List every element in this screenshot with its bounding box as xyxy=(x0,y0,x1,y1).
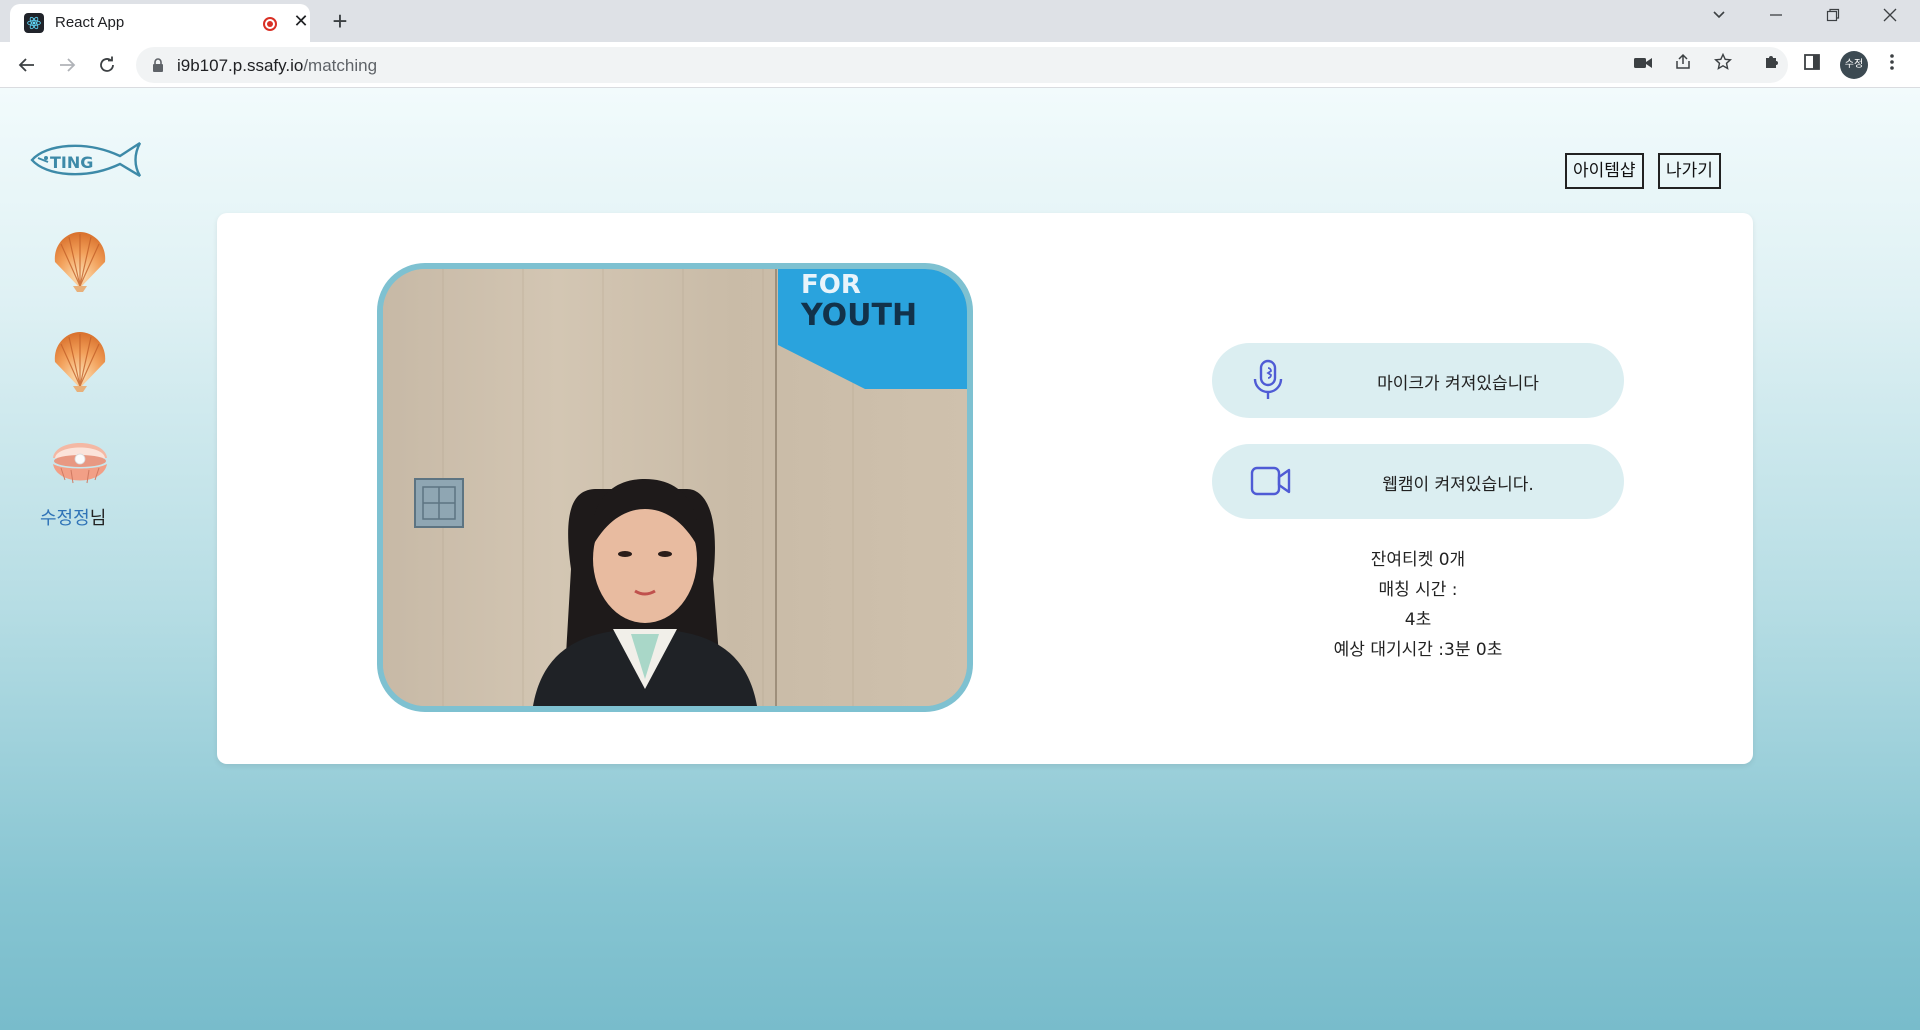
address-bar[interactable]: i9b107.p.ssafy.io/matching xyxy=(136,47,1788,83)
tab-title: React App xyxy=(55,14,125,31)
mic-status-pill[interactable]: 마이크가 켜져있습니다 xyxy=(1212,343,1624,418)
extensions-puzzle-icon[interactable] xyxy=(1760,53,1784,77)
url-text: i9b107.p.ssafy.io/matching xyxy=(177,56,378,75)
profile-avatar[interactable]: 수정 xyxy=(1840,51,1868,79)
user-name: 수정정 xyxy=(40,508,90,528)
microphone-icon xyxy=(1250,359,1286,406)
matching-time-label: 매칭 시간 : xyxy=(1378,580,1458,600)
expected-wait-time: 예상 대기시간 :3분 0초 xyxy=(1333,640,1503,660)
tab-close-icon[interactable]: ✕ xyxy=(290,11,312,32)
scallop-shell-icon xyxy=(47,328,113,394)
bookmark-star-icon[interactable] xyxy=(1711,52,1735,77)
lock-icon xyxy=(152,58,164,77)
webcam-status-pill[interactable]: 웹캠이 켜져있습니다. xyxy=(1212,444,1624,519)
webcam-status-text: 웹캠이 켜져있습니다. xyxy=(1382,475,1534,495)
minimize-icon[interactable] xyxy=(1761,6,1791,27)
item-shop-button[interactable]: 아이템샵 xyxy=(1565,153,1644,189)
browser-tab-bar: React App ✕ + xyxy=(0,0,1920,42)
share-icon[interactable] xyxy=(1671,53,1695,77)
pearl-clam-icon xyxy=(47,428,113,494)
wall-sign-text: YOUTH xyxy=(800,298,917,333)
user-greeting: 수정정님 xyxy=(40,504,106,530)
tab-search-chevron-icon[interactable] xyxy=(1704,6,1734,27)
matching-card: FOR YOUTH 마이크가 켜져있습니다 웹캠이 켜져있습니다. 잔여티켓 0… xyxy=(217,213,1753,764)
close-window-icon[interactable] xyxy=(1875,6,1905,27)
recording-indicator-icon xyxy=(263,17,277,31)
matching-page: TING 수정정님 아이템샵 나가기 FOR YOUTH 마이크가 켜져있습니다… xyxy=(0,88,1920,1030)
logo-text: TING xyxy=(50,153,93,172)
user-name-suffix: 님 xyxy=(89,508,107,528)
side-panel-icon[interactable] xyxy=(1800,53,1824,77)
wall-sign-text: FOR xyxy=(801,270,861,300)
scallop-shell-icon xyxy=(47,228,113,294)
video-camera-icon xyxy=(1250,464,1292,503)
new-tab-icon[interactable]: + xyxy=(325,6,355,37)
react-favicon-icon xyxy=(24,13,44,33)
browser-toolbar: i9b107.p.ssafy.io/matching 수정 xyxy=(0,42,1920,88)
matching-time-value: 4초 xyxy=(1404,610,1432,630)
camera-in-use-icon[interactable] xyxy=(1631,53,1655,77)
menu-kebab-icon[interactable] xyxy=(1880,53,1904,77)
webcam-preview: FOR YOUTH xyxy=(377,263,973,712)
mic-status-text: 마이크가 켜져있습니다 xyxy=(1377,374,1539,394)
browser-tab[interactable]: React App ✕ xyxy=(10,4,310,42)
forward-arrow-icon[interactable] xyxy=(52,50,82,80)
exit-button[interactable]: 나가기 xyxy=(1658,153,1721,189)
back-arrow-icon[interactable] xyxy=(12,50,42,80)
ting-logo[interactable]: TING xyxy=(28,138,146,180)
restore-icon[interactable] xyxy=(1818,6,1848,27)
remaining-tickets: 잔여티켓 0개 xyxy=(1370,550,1466,570)
reload-icon[interactable] xyxy=(92,50,122,80)
